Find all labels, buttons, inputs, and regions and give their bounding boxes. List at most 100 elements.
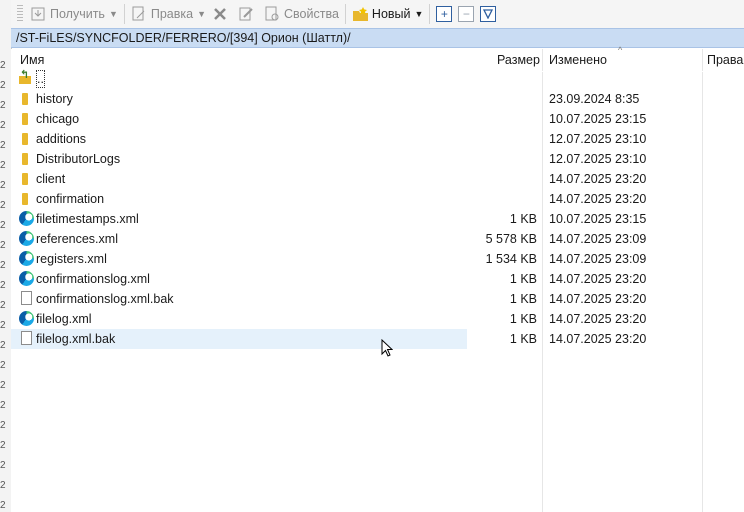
delete-button[interactable] bbox=[209, 2, 235, 26]
file-row[interactable]: additions 12.07.2025 23:10 bbox=[11, 129, 744, 149]
file-modified: 14.07.2025 23:20 bbox=[549, 292, 647, 306]
truncated-text: 2 bbox=[0, 360, 6, 371]
truncated-text: 2 bbox=[0, 180, 6, 191]
file-row[interactable]: confirmation 14.07.2025 23:20 bbox=[11, 189, 744, 209]
new-folder-icon bbox=[352, 6, 368, 22]
expand-icon[interactable]: + bbox=[436, 6, 453, 22]
file-modified: 14.07.2025 23:20 bbox=[549, 272, 647, 286]
file-size: 1 KB bbox=[509, 292, 537, 306]
file-size: 1 KB bbox=[509, 212, 537, 226]
rename-icon bbox=[238, 6, 254, 22]
file-row[interactable]: history 23.09.2024 8:35 bbox=[11, 89, 744, 109]
truncated-text: 2 bbox=[0, 100, 6, 111]
file-row[interactable]: references.xml 5 578 KB 14.07.2025 23:09 bbox=[11, 229, 744, 249]
download-icon bbox=[30, 6, 46, 22]
file-modified: 14.07.2025 23:09 bbox=[549, 232, 647, 246]
current-path: /ST-FiLES/SYNCFOLDER/FERRERO/[394] Орион… bbox=[16, 31, 351, 45]
truncated-text: 2 bbox=[0, 200, 6, 211]
file-modified: 10.07.2025 23:15 bbox=[549, 212, 647, 226]
edit-icon bbox=[131, 6, 147, 22]
parent-directory-row[interactable]: ↰.. bbox=[11, 69, 744, 89]
file-row[interactable]: client 14.07.2025 23:20 bbox=[11, 169, 744, 189]
edit-label: Правка bbox=[150, 7, 194, 21]
file-modified: 10.07.2025 23:15 bbox=[549, 112, 647, 126]
collapse-icon[interactable]: − bbox=[458, 6, 475, 22]
rename-button[interactable] bbox=[235, 2, 261, 26]
properties-button[interactable]: Свойства bbox=[261, 2, 342, 26]
file-size bbox=[11, 169, 537, 189]
file-modified: 12.07.2025 23:10 bbox=[549, 132, 647, 146]
file-row[interactable]: DistributorLogs 12.07.2025 23:10 bbox=[11, 149, 744, 169]
toolbar-separator bbox=[429, 4, 431, 24]
truncated-text: 2 bbox=[0, 240, 6, 251]
file-modified: 14.07.2025 23:20 bbox=[549, 172, 647, 186]
filter-icon[interactable] bbox=[480, 6, 497, 22]
column-rights-header[interactable]: Права bbox=[707, 49, 743, 71]
file-row[interactable]: filetimestamps.xml 1 KB 10.07.2025 23:15 bbox=[11, 209, 744, 229]
file-size: 5 578 KB bbox=[485, 232, 537, 246]
file-row[interactable]: registers.xml 1 534 KB 14.07.2025 23:09 bbox=[11, 249, 744, 269]
file-size bbox=[11, 189, 537, 209]
properties-label: Свойства bbox=[284, 7, 339, 21]
toolbar-grip[interactable] bbox=[17, 5, 23, 23]
file-size: 1 534 KB bbox=[485, 252, 537, 266]
truncated-text bbox=[0, 42, 9, 50]
file-row[interactable]: chicago 10.07.2025 23:15 bbox=[11, 109, 744, 129]
file-size bbox=[11, 69, 537, 89]
mouse-cursor-icon bbox=[381, 339, 393, 357]
chevron-down-icon[interactable]: ▼ bbox=[197, 9, 206, 19]
truncated-text: 2 bbox=[0, 120, 6, 131]
file-modified: 14.07.2025 23:20 bbox=[549, 312, 647, 326]
toolbar-separator bbox=[344, 4, 346, 24]
file-modified: 23.09.2024 8:35 bbox=[549, 92, 640, 106]
file-list: Имя Размер Изменено ^ Права ↰.. history 23… bbox=[11, 45, 744, 512]
chevron-down-icon[interactable]: ▼ bbox=[109, 9, 118, 19]
file-row[interactable]: confirmationslog.xml 1 KB 14.07.2025 23:20 bbox=[11, 269, 744, 289]
edit-button[interactable]: Правка ▼ bbox=[128, 2, 209, 26]
truncated-text: 2 bbox=[0, 260, 6, 271]
new-button[interactable]: Новый ▼ bbox=[349, 2, 427, 26]
file-row[interactable]: confirmationslog.xml.bak 1 KB 14.07.2025 2… bbox=[11, 289, 744, 309]
file-modified: 14.07.2025 23:20 bbox=[549, 332, 647, 346]
truncated-text: 2 bbox=[0, 380, 6, 391]
file-row[interactable]: filelog.xml.bak 1 KB 14.07.2025 23:20 bbox=[11, 329, 646, 349]
get-label: Получить bbox=[50, 7, 105, 21]
column-size-header[interactable]: Размер bbox=[497, 49, 540, 71]
truncated-text: 2 bbox=[0, 80, 6, 91]
file-modified: 14.07.2025 23:20 bbox=[549, 192, 647, 206]
truncated-text bbox=[0, 22, 9, 30]
truncated-text: 2 bbox=[0, 500, 6, 511]
delete-icon bbox=[212, 6, 228, 22]
truncated-text: 2 bbox=[0, 400, 6, 411]
properties-icon bbox=[264, 6, 280, 22]
truncated-text: 2 bbox=[0, 300, 6, 311]
truncated-text: 2 bbox=[0, 460, 6, 471]
file-row[interactable]: filelog.xml 1 KB 14.07.2025 23:20 bbox=[11, 309, 744, 329]
truncated-text: 2 bbox=[0, 320, 6, 331]
truncated-text: 2 bbox=[0, 480, 6, 491]
truncated-text: 2 bbox=[0, 440, 6, 451]
toolbar-separator bbox=[123, 4, 125, 24]
file-size bbox=[11, 109, 537, 129]
file-size: 1 KB bbox=[509, 312, 537, 326]
truncated-text: 2 bbox=[0, 280, 6, 291]
truncated-text: 2 bbox=[0, 340, 6, 351]
new-label: Новый bbox=[371, 7, 411, 21]
file-modified: 12.07.2025 23:10 bbox=[549, 152, 647, 166]
file-modified: 14.07.2025 23:09 bbox=[549, 252, 647, 266]
chevron-down-icon[interactable]: ▼ bbox=[415, 9, 424, 19]
sort-ascending-icon: ^ bbox=[618, 45, 623, 55]
get-button[interactable]: Получить ▼ bbox=[27, 2, 121, 26]
path-bar[interactable]: /ST-FiLES/SYNCFOLDER/FERRERO/[394] Орион… bbox=[11, 28, 744, 48]
file-size: 1 KB bbox=[509, 272, 537, 286]
file-size bbox=[11, 129, 537, 149]
truncated-text: 2 bbox=[0, 220, 6, 231]
truncated-text: 2 bbox=[0, 420, 6, 431]
file-size bbox=[11, 149, 537, 169]
file-size: 1 KB bbox=[509, 332, 537, 346]
column-modified-header[interactable]: Изменено bbox=[549, 49, 607, 71]
file-size bbox=[11, 89, 537, 109]
truncated-text: 2 bbox=[0, 60, 6, 71]
truncated-text: 2 bbox=[0, 140, 6, 151]
toolbar: Получить ▼ Правка ▼ Свойства Новый ▼ + − bbox=[11, 0, 744, 28]
